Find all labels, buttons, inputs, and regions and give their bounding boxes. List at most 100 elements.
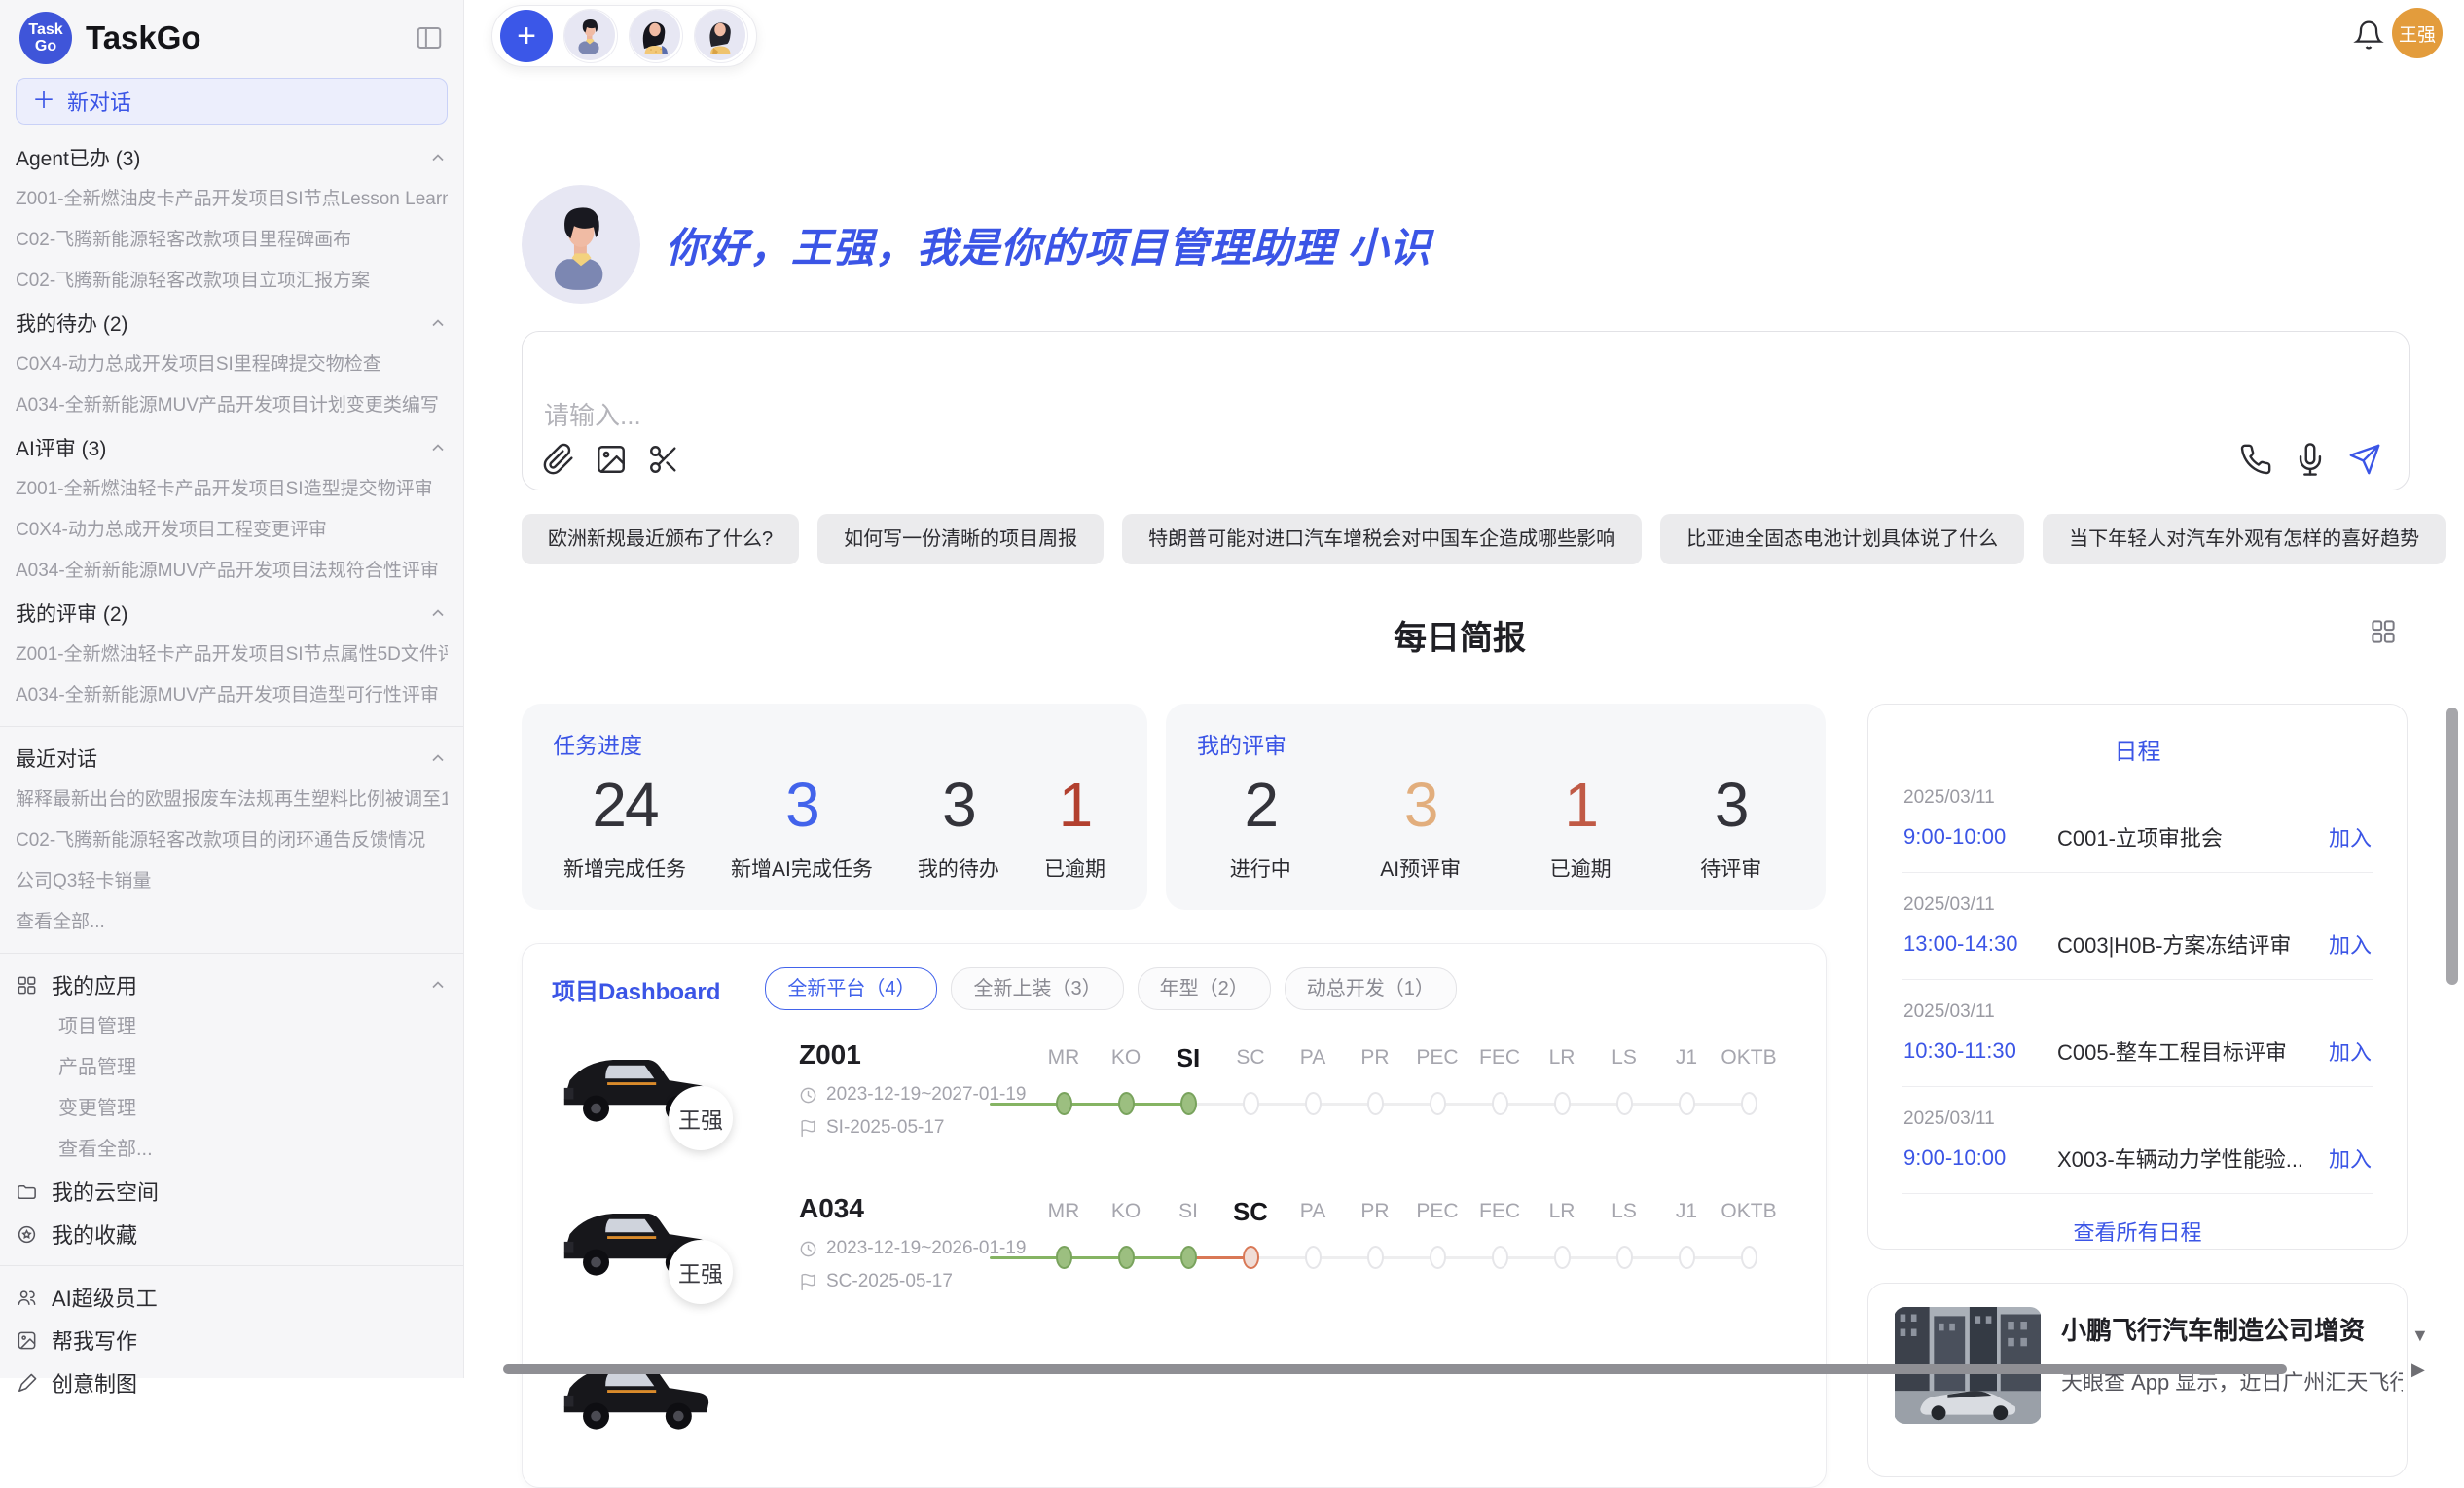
sidebar-item[interactable]: A034-全新新能源MUV产品开发项目计划变更类编写 [16,385,448,426]
milestone-label: J1 [1655,1041,1718,1074]
layout-grid-icon[interactable] [2369,617,2398,646]
sidebar-item-AI超级员工[interactable]: AI超级员工 [16,1276,448,1319]
sidebar-item-my-apps[interactable]: 我的应用 [16,963,448,1006]
chevron-up-icon [428,603,448,623]
sidebar-section: Agent已办 (3) Z001-全新燃油皮卡产品开发项目SI节点Lesson … [16,136,448,302]
woman-2-avatar[interactable] [694,9,748,63]
sidebar-section-header[interactable]: AI评审 (3) [16,426,448,469]
hero: 你好，王强，我是你的项目管理助理 小识 [522,185,1431,304]
sidebar-item[interactable]: C0X4-动力总成开发项目工程变更评审 [16,510,448,551]
recent-chat-item[interactable]: 公司Q3轻卡销量 [16,861,448,902]
man-avatar[interactable] [563,9,618,63]
sidebar-item[interactable]: A034-全新新能源MUV产品开发项目造型可行性评审 [16,675,448,716]
suggestion-chip[interactable]: 如何写一份清晰的项目周报 [817,514,1104,564]
scroll-down-arrow-icon[interactable]: ▼ [2411,1325,2429,1346]
clock-icon [799,1086,817,1105]
project-dashboard-card: 项目Dashboard 全新平台（4）全新上装（3）年型（2）动总开发（1） 王… [522,943,1827,1488]
sidebar-item[interactable]: A034-全新新能源MUV产品开发项目法规符合性评审 [16,551,448,592]
milestone-dot [1056,1092,1072,1115]
suggestion-chip[interactable]: 欧洲新规最近颁布了什么? [522,514,799,564]
app-item[interactable]: 变更管理 [16,1088,448,1129]
dashboard-filter-tab[interactable]: 年型（2） [1138,967,1271,1010]
app-item[interactable]: 产品管理 [16,1047,448,1088]
woman-avatar[interactable] [629,9,683,63]
sidebar-item[interactable]: Z001-全新燃油轻卡产品开发项目SI节点属性5D文件评审 [16,635,448,675]
stat-value: 3 [918,770,999,840]
microphone-icon[interactable] [2294,443,2327,476]
sidebar-item[interactable]: C0X4-动力总成开发项目SI里程碑提交物检查 [16,345,448,385]
sidebar-item[interactable]: Z001-全新燃油轻卡产品开发项目SI造型提交物评审 [16,469,448,510]
recent-chats-view-all[interactable]: 查看全部... [16,902,448,943]
horizontal-scrollbar[interactable] [503,1364,2287,1374]
cloud-space-label: 我的云空间 [52,1176,159,1207]
join-meeting-link[interactable]: 加入 [2329,1035,2372,1067]
write-icon [16,1329,38,1352]
suggestion-chip[interactable]: 特朗普可能对进口汽车增税会对中国车企造成哪些影响 [1122,514,1642,564]
sidebar-section-header[interactable]: 我的评审 (2) [16,592,448,635]
flag-icon [799,1273,817,1291]
sidebar-item[interactable]: C02-飞腾新能源轻客改款项目立项汇报方案 [16,261,448,302]
sidebar-item[interactable]: Z001-全新燃油皮卡产品开发项目SI节点Lesson Learn报告 [16,179,448,220]
sidebar-item-帮我写作[interactable]: 帮我写作 [16,1319,448,1361]
join-meeting-link[interactable]: 加入 [2329,821,2372,853]
sidebar-item-创意制图[interactable]: 创意制图 [16,1361,448,1404]
milestone-label: PA [1282,1041,1344,1074]
schedule-item: 2025/03/11 13:00-14:30 C003|H0B-方案冻结评审 加… [1902,873,2373,980]
chat-input[interactable]: 请输入... [522,331,2410,490]
suggestion-chip[interactable]: 比亚迪全固态电池计划具体说了什么 [1660,514,2024,564]
paperclip-icon[interactable] [542,443,575,476]
dashboard-filter-tab[interactable]: 全新平台（4） [765,967,937,1010]
milestone-dot [1430,1246,1446,1269]
suggestion-chips: 欧洲新规最近颁布了什么? 如何写一份清晰的项目周报特朗普可能对进口汽车增税会对中国… [522,514,2446,564]
sidebar-item-cloud-space[interactable]: 我的云空间 [16,1170,448,1213]
milestone-label: KO [1095,1195,1157,1228]
stat: 3我的待办 [918,770,999,883]
join-meeting-link[interactable]: 加入 [2329,928,2372,960]
recent-chat-item[interactable]: C02-飞腾新能源轻客改款项目的闭环通告反馈情况 [16,820,448,861]
notification-bell-icon[interactable] [2353,19,2384,51]
sidebar-section-header[interactable]: Agent已办 (3) [16,136,448,179]
milestone-label: SC [1219,1195,1282,1228]
schedule-date: 2025/03/11 [1903,894,2372,916]
sidebar-collapse-icon[interactable] [415,23,444,53]
join-meeting-link[interactable]: 加入 [2329,1143,2372,1174]
dashboard-filter-tab[interactable]: 动总开发（1） [1285,967,1457,1010]
recent-chat-item[interactable]: 解释最新出台的欧盟报废车法规再生塑料比例被调至15%... [16,780,448,820]
scroll-right-arrow-icon[interactable]: ▶ [2411,1360,2425,1380]
news-card[interactable]: 小鹏飞行汽车制造公司增资 天眼查 App 显示，近日广州汇天飞行汽 [1867,1283,2408,1477]
suggestion-chip[interactable]: 当下年轻人对汽车外观有怎样的喜好趋势 [2043,514,2446,564]
stat-value: 3 [1380,770,1461,840]
app-item[interactable]: 项目管理 [16,1006,448,1047]
project-row[interactable]: 王强 Z001 2023-12-19~2027-01-19 SI-2025-05… [523,1024,1826,1178]
apps-view-all[interactable]: 查看全部... [16,1129,448,1170]
recent-chats-header[interactable]: 最近对话 [16,737,448,780]
send-icon[interactable] [2348,443,2381,476]
chat-input-placeholder: 请输入... [544,396,641,432]
milestone-dot [1492,1246,1508,1269]
milestone-dot [1430,1092,1446,1115]
new-chat-button[interactable]: ＋ 新对话 [16,78,448,125]
vertical-scrollbar[interactable] [2446,708,2458,985]
sidebar-section: 我的评审 (2) Z001-全新燃油轻卡产品开发项目SI节点属性5D文件评审A0… [16,592,448,716]
divider [0,726,463,727]
sidebar-item[interactable]: C02-飞腾新能源轻客改款项目里程碑画布 [16,220,448,261]
user-avatar[interactable]: 王强 [2392,8,2443,58]
sidebar-section-header[interactable]: 我的待办 (2) [16,302,448,345]
footer-label: 创意制图 [52,1367,137,1398]
image-icon[interactable] [595,443,628,476]
dashboard-filter-tab[interactable]: 全新上装（3） [951,967,1123,1010]
stat-label: AI预评审 [1380,853,1461,883]
phone-icon[interactable] [2239,443,2272,476]
chevron-up-icon [428,748,448,768]
add-agent-button[interactable]: + [500,10,553,62]
assistant-avatar [522,185,640,304]
scissors-icon[interactable] [647,443,680,476]
view-all-schedule-link[interactable]: 查看所有日程 [1902,1216,2373,1247]
sidebar-item-favorites[interactable]: 我的收藏 [16,1213,448,1255]
milestone-label: LR [1531,1195,1593,1228]
stat-card-title: 任务进度 [541,727,1128,760]
project-row[interactable]: 王强 A034 2023-12-19~2026-01-19 SC-2025-05… [523,1178,1826,1331]
project-row-partial [523,1331,1826,1448]
project-code: A034 [799,1193,864,1224]
schedule-title: 日程 [1902,732,2373,766]
